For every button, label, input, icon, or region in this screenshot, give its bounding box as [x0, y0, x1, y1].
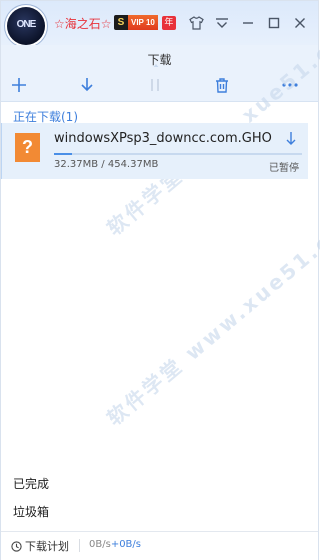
file-name: windowsXPsp3_downcc.com.GHO	[54, 131, 272, 146]
download-plan-button[interactable]: 下载计划	[11, 538, 69, 554]
vip-level: VIP 10	[128, 15, 158, 30]
menu-dropdown-icon	[216, 18, 228, 28]
download-window: ONE ☆海之石☆ S VIP 10 年 下载 软件学堂 www.xue51.c…	[0, 0, 320, 560]
avatar[interactable]: ONE	[7, 7, 45, 45]
pause-button[interactable]	[145, 75, 165, 95]
username[interactable]: ☆海之石☆	[54, 15, 112, 32]
divider	[79, 539, 80, 552]
watermark: 软件学堂 www.xue51.com	[102, 202, 320, 431]
status-bar: 下载计划 0B/s+0B/s	[1, 531, 318, 560]
speed-readout: 0B/s+0B/s	[89, 539, 141, 550]
vip-s-icon: S	[114, 15, 128, 30]
clock-icon	[11, 540, 22, 552]
menu-button[interactable]	[210, 13, 234, 33]
download-tab[interactable]: 下载	[1, 45, 318, 69]
window-controls	[182, 13, 312, 33]
trash-icon	[216, 77, 228, 93]
download-icon	[81, 78, 93, 92]
close-button[interactable]	[288, 13, 312, 33]
minimize-button[interactable]	[236, 13, 260, 33]
status-label: 已暂停	[269, 163, 299, 174]
tshirt-icon	[188, 16, 204, 30]
download-speed: 0B/s	[89, 539, 111, 550]
maximize-button[interactable]	[262, 13, 286, 33]
progress-bar	[54, 153, 302, 155]
year-badge: 年	[161, 15, 176, 30]
nav-trash[interactable]: 垃圾箱	[13, 503, 49, 520]
add-icon	[12, 78, 26, 92]
maximize-icon	[268, 17, 280, 29]
upload-speed: +0B/s	[110, 539, 141, 550]
avatar-logo-text: ONE	[16, 19, 37, 30]
skin-button[interactable]	[184, 13, 208, 33]
resume-download-icon[interactable]	[286, 132, 296, 146]
download-plan-label: 下载计划	[25, 540, 69, 553]
download-list-item[interactable]: ? windowsXPsp3_downcc.com.GHO 32.37MB / …	[1, 123, 308, 179]
title-bar: ONE ☆海之石☆ S VIP 10 年	[1, 1, 318, 45]
minimize-icon	[243, 22, 253, 24]
file-size: 32.37MB / 454.37MB	[54, 159, 159, 170]
start-download-button[interactable]	[77, 75, 97, 95]
progress-fill	[54, 153, 72, 155]
delete-button[interactable]	[212, 75, 232, 95]
nav-completed[interactable]: 已完成	[13, 475, 49, 492]
close-icon	[295, 18, 305, 28]
pause-icon	[151, 79, 159, 91]
unknown-file-icon: ?	[15, 133, 40, 162]
vip-badge[interactable]: S VIP 10 年	[114, 15, 176, 30]
new-task-button[interactable]	[9, 75, 29, 95]
